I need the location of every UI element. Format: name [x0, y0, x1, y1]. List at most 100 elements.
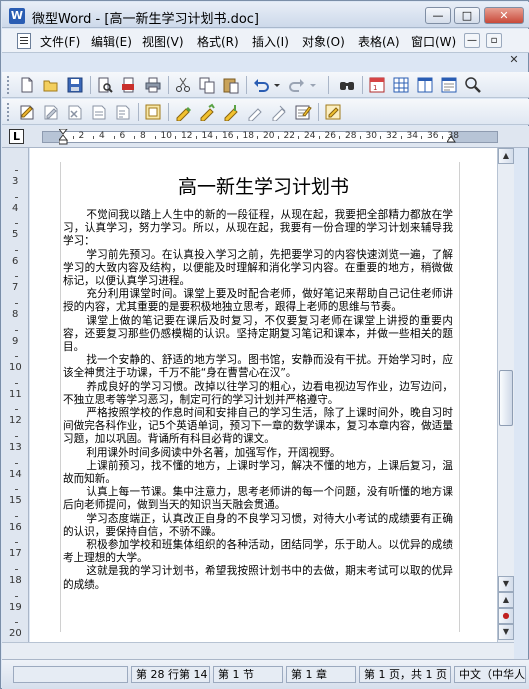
status-page: 第 1 页，共 1 页	[359, 666, 451, 683]
document-paragraph[interactable]: 不觉间我以踏上人生中的新的一段征程，从现在起，我要把全部精力都放在学习，认真学习…	[63, 209, 453, 249]
mark-clear-icon[interactable]	[246, 103, 264, 121]
new-object-icon[interactable]	[18, 103, 36, 121]
highlight-icon[interactable]	[174, 103, 192, 121]
indent-marker-icon[interactable]	[59, 129, 68, 145]
vruler-tick	[15, 515, 18, 517]
menu-window[interactable]: 窗口(W)	[411, 33, 456, 50]
ruler-number: 36	[427, 131, 439, 141]
print-preview-icon[interactable]	[96, 76, 114, 94]
document-paragraph[interactable]: 利用课外时间多阅读中外名著，加强写作，开阔视野。	[63, 447, 453, 460]
document-paragraph[interactable]: 课堂上做的笔记要在课后及时复习，不仅要复习老师在课堂上讲授的重要内容，还要复习那…	[63, 315, 453, 355]
previous-page-button[interactable]: ▲	[498, 592, 514, 608]
menu-insert[interactable]: 插入(I)	[252, 33, 289, 50]
vruler-number: 8	[12, 309, 19, 320]
document-area[interactable]: 高一新生学习计划书 不觉间我以踏上人生中的新的一段征程，从现在起，我要把全部精力…	[30, 148, 497, 642]
ruler-number: 38	[447, 131, 459, 141]
save-icon[interactable]	[66, 76, 84, 94]
table-grid-icon[interactable]	[392, 76, 410, 94]
document-paragraph[interactable]: 这就是我的学习计划书，希望我按照计划书中的去做，期末考试可以取的优异的成绩。	[63, 565, 453, 591]
document-paragraph[interactable]: 学习态度端正，认真改正自身的不良学习习惯，对待大小考试的成绩要有正确的认识，要保…	[63, 513, 453, 539]
ruler-tick	[134, 136, 135, 139]
scroll-thumb[interactable]	[499, 370, 513, 426]
menu-edit[interactable]: 编辑(E)	[91, 33, 132, 50]
document-body[interactable]: 不觉间我以踏上人生中的新的一段征程，从现在起，我要把全部精力都放在学习，认真学习…	[63, 209, 453, 592]
document-icon[interactable]	[17, 33, 31, 49]
undo-icon[interactable]	[252, 76, 270, 94]
zoom-icon[interactable]	[464, 76, 482, 94]
vruler-tick	[15, 196, 18, 198]
ruler-tick	[380, 136, 381, 139]
next-page-button[interactable]: ▼	[498, 624, 514, 640]
ruler-number: 10	[160, 131, 172, 141]
menu-view[interactable]: 视图(V)	[142, 33, 184, 50]
object-properties-icon[interactable]	[90, 103, 108, 121]
mdi-close-button[interactable]: ✕	[506, 53, 522, 68]
undo-dropdown-icon[interactable]	[272, 76, 282, 94]
ruler-number: 6	[119, 131, 126, 141]
object-group-icon[interactable]	[144, 103, 162, 121]
tab-stop-selector[interactable]: L	[9, 129, 24, 144]
redo-icon[interactable]	[288, 76, 306, 94]
ruler-tick	[93, 136, 94, 139]
vertical-scrollbar[interactable]: ▲ ▼ ▲ ● ▼	[497, 148, 514, 642]
ruler-tick	[277, 136, 279, 139]
vruler-number: 3	[12, 176, 19, 187]
vruler-tick	[15, 542, 18, 544]
vruler-tick	[15, 276, 18, 278]
copy-icon[interactable]	[198, 76, 216, 94]
vruler-number: 12	[9, 415, 22, 427]
toolbar-grip[interactable]	[7, 76, 11, 94]
window-title: 微型Word - [高一新生学习计划书.doc]	[32, 12, 259, 27]
edit-object-icon[interactable]	[42, 103, 60, 121]
status-blank	[13, 666, 128, 683]
word-app-icon[interactable]: W	[9, 8, 25, 24]
horizontal-ruler[interactable]: 2 4 6 8 10 12 14 16 18 20 22 24 26 28 30 32 34 36 38	[42, 129, 498, 145]
open-folder-icon[interactable]	[42, 76, 60, 94]
page-setup-icon[interactable]	[440, 76, 458, 94]
document-paragraph[interactable]: 养成良好的学习习惯。改掉以往学习的粗心，边看电视边写作业，边写边问，不独立思考等…	[63, 381, 453, 407]
mark-icon[interactable]	[198, 103, 216, 121]
vruler-tick	[15, 409, 18, 411]
document-paragraph[interactable]: 学习前先预习。在认真投入学习之前，先把要学习的内容快速浏览一遍，了解学习的大致内…	[63, 249, 453, 289]
menu-table[interactable]: 表格(A)	[358, 33, 400, 50]
document-paragraph[interactable]: 积极参加学校和班集体组织的各种活动，团结同学，乐于助人。以优异的成绩考上理想的大…	[63, 539, 453, 565]
document-paragraph[interactable]: 充分利用课堂时间。课堂上要及时配合老师，做好笔记来帮助自己记住老师讲授的内容，尤…	[63, 288, 453, 314]
horizontal-scrollbar[interactable]	[2, 642, 514, 659]
menu-format[interactable]: 格式(R)	[197, 33, 239, 50]
browse-object-button[interactable]: ●	[498, 608, 514, 624]
document-paragraph[interactable]: 上课前预习，找不懂的地方，上课时学习，解决不懂的地方，上课后复习，温故而知新。	[63, 460, 453, 486]
scroll-down-button[interactable]: ▼	[498, 576, 514, 592]
menu-file[interactable]: 文件(F)	[40, 33, 80, 50]
ruler-number: 2	[78, 131, 85, 141]
document-paragraph[interactable]: 认真上每一节课。集中注意力，思考老师讲的每一个问题，没有听懂的地方课后向老师提问…	[63, 486, 453, 512]
pdf-export-icon[interactable]	[120, 76, 138, 94]
ruler-number: 8	[140, 131, 146, 141]
print-icon[interactable]	[144, 76, 162, 94]
delete-object-icon[interactable]	[66, 103, 84, 121]
close-button[interactable]: ✕	[484, 7, 524, 24]
minimize-button[interactable]: —	[425, 7, 451, 24]
app-window: W 微型Word - [高一新生学习计划书.doc] — □ ✕ 文件(F) 编…	[0, 0, 529, 689]
columns-icon[interactable]	[416, 76, 434, 94]
maximize-button[interactable]: □	[454, 7, 480, 24]
mark-down-icon[interactable]	[222, 103, 240, 121]
document-paragraph[interactable]: 严格按照学校的作息时间和安排自己的学习生活，除了上课时间外，晚自习时间做完各科作…	[63, 407, 453, 447]
find-icon[interactable]	[338, 76, 356, 94]
mdi-minimize-button[interactable]: —	[464, 33, 480, 48]
mdi-restore-button[interactable]: ▫	[486, 33, 502, 48]
revision-icon[interactable]	[324, 103, 342, 121]
scroll-up-button[interactable]: ▲	[498, 148, 514, 164]
cut-icon[interactable]	[174, 76, 192, 94]
document-paragraph[interactable]: 找一个安静的、舒适的地方学习。图书馆，安静而没有干扰。开始学习时，应该全神贯注于…	[63, 354, 453, 380]
new-document-icon[interactable]	[18, 76, 36, 94]
vruler-tick	[15, 249, 18, 251]
mark-clear-all-icon[interactable]	[270, 103, 288, 121]
object-list-icon[interactable]	[114, 103, 132, 121]
insert-table-icon[interactable]: 1	[368, 76, 386, 94]
paste-icon[interactable]	[222, 76, 240, 94]
menu-object[interactable]: 对象(O)	[302, 33, 345, 50]
notes-icon[interactable]	[294, 103, 312, 121]
redo-dropdown-icon[interactable]	[308, 76, 318, 94]
toolbar-grip[interactable]	[7, 103, 11, 121]
vertical-ruler[interactable]: 3 4 5 6 7 8 9 10 11 12 13 14 15 16 17 18 19 20	[2, 148, 29, 642]
